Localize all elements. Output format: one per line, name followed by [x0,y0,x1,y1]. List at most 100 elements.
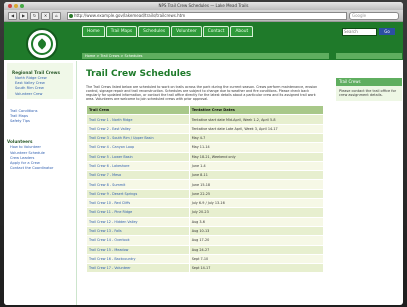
site-search: Search Go [342,28,395,36]
minimize-window-button[interactable] [14,4,18,8]
table-row: Trail Crew 2 - East Valley Tentative star… [86,123,325,134]
sidebar-link[interactable]: Volunteer Crew [9,92,71,97]
crew-link[interactable]: Trail Crew 2 - East Valley [86,123,190,134]
nav-tab-about[interactable]: About [230,26,254,37]
table-row: Trail Crew 1 - North Ridge Tentative star… [86,114,325,125]
table-row: Trail Crew 17 - Volunteer Sept 14-17 [86,263,325,274]
breadcrumb: Home > Trail Crews > Schedules [82,53,329,59]
browser-toolbar: ◀ ▶ ↻ ✕ ⌂ http://www.example.gov/lakemea… [4,10,403,22]
forward-button[interactable]: ▶ [19,11,28,20]
table-row: Trail Crew 4 - Canyon Loop May 11-14 [86,142,325,153]
intro-paragraph: The Trail Crews listed below are schedul… [86,85,318,102]
main-content: Trail Crew Schedules The Trail Crews lis… [82,61,326,305]
table-row: Trail Crew 11 - Pine Ridge July 20-23 [86,207,325,218]
table-row: Trail Crew 10 - Red Cliffs July 6-9 / Jul… [86,198,325,209]
table-row: Trail Crew 14 - Overlook Aug 17-20 [86,235,325,246]
window-titlebar: NPS Trail Crew Schedules — Lake Mead Tra… [4,2,403,10]
right-box-text: Please contact the trail office for crew… [336,86,402,101]
column-header: Tentative Crew Dates [188,105,325,116]
park-logo[interactable] [26,28,58,60]
crew-link[interactable]: Trail Crew 10 - Red Cliffs [86,198,190,209]
stop-button[interactable]: ✕ [41,11,50,20]
leaf-icon [36,38,48,50]
table-body: Trail Crew 1 - North Ridge Tentative star… [86,114,325,274]
home-button[interactable]: ⌂ [52,11,61,20]
right-sidebar: Trail Crews Please contact the trail off… [336,78,402,101]
crew-dates: Aug 10-13 [188,225,325,237]
favicon-icon [69,13,73,18]
table-row: Trail Crew 16 - Backcountry Sept 7-10 [86,253,325,265]
crew-link[interactable]: Trail Crew 15 - Meadow [86,244,190,255]
table-header-row: Trail Crew Tentative Crew Dates [86,105,325,116]
crew-link[interactable]: Trail Crew 7 - Mesa [86,170,190,181]
table-row: Trail Crew 12 - Hidden Valley Aug 3-6 [86,216,325,227]
window-controls [8,4,24,8]
sidebar-section-crews: Regional Trail Crews North Ridge Crew Ea… [7,63,73,99]
zoom-window-button[interactable] [20,4,24,8]
table-row: Trail Crew 15 - Meadow Aug 24-27 [86,244,325,255]
crew-dates: Tentative start date Late April, Week 3,… [188,123,325,134]
back-button[interactable]: ◀ [8,11,17,20]
crew-dates: May 4-7 [188,132,325,144]
crew-dates: Sept 14-17 [188,263,325,274]
crew-link[interactable]: Trail Crew 3 - South Rim / Upper Basin [86,132,190,144]
page-title: Trail Crew Schedules [86,69,192,79]
crew-dates: June 8-11 [188,170,325,181]
crew-link[interactable]: Trail Crew 4 - Canyon Loop [86,142,190,153]
window-title: NPS Trail Crew Schedules — Lake Mead Tra… [158,3,249,8]
site-search-input[interactable]: Search [342,28,377,36]
url-text: http://www.example.gov/lakemead/trails/t… [74,12,186,18]
address-bar[interactable]: http://www.example.gov/lakemead/trails/t… [67,11,347,20]
crew-dates: Tentative start date Mid-April, Week 1-2… [188,114,325,125]
right-box-title: Trail Crews [336,78,402,86]
table-row: Trail Crew 5 - Lower Basin May 18-21, Wee… [86,151,325,162]
table-row: Trail Crew 6 - Lakeshore June 1-4 [86,160,325,172]
crew-dates: June 1-4 [188,160,325,172]
sidebar-heading: Volunteers [7,139,33,145]
table-row: Trail Crew 8 - Summit June 15-18 [86,179,325,190]
nav-tab-schedules[interactable]: Schedules [138,26,171,37]
table-row: Trail Crew 13 - Falls Aug 10-13 [86,225,325,237]
close-window-button[interactable] [8,4,12,8]
crew-dates: Aug 24-27 [188,244,325,255]
crew-link[interactable]: Trail Crew 12 - Hidden Valley [86,216,190,227]
browser-search-input[interactable]: Google [349,11,399,20]
table-row: Trail Crew 9 - Desert Springs June 22-25 [86,188,325,200]
crew-link[interactable]: Trail Crew 14 - Overlook [86,235,190,246]
crew-link[interactable]: Trail Crew 16 - Backcountry [86,253,190,265]
crew-dates: July 6-9 / July 13-16 [188,198,325,209]
browser-window: NPS Trail Crew Schedules — Lake Mead Tra… [4,2,403,305]
crew-link[interactable]: Trail Crew 6 - Lakeshore [86,160,190,172]
sidebar-link[interactable]: Safety Tips [4,119,76,124]
crew-dates: Sept 7-10 [188,253,325,265]
nav-tab-trail-maps[interactable]: Trail Maps [105,26,138,37]
crew-link[interactable]: Trail Crew 11 - Pine Ridge [86,207,190,218]
left-sidebar: Regional Trail Crews North Ridge Crew Ea… [4,61,77,305]
sidebar-heading: Regional Trail Crews [12,70,61,75]
column-header: Trail Crew [86,105,190,116]
nav-tab-volunteer[interactable]: Volunteer [171,26,202,37]
crew-dates: Aug 17-20 [188,235,325,246]
crew-link[interactable]: Trail Crew 5 - Lower Basin [86,151,190,162]
crew-dates: June 22-25 [188,188,325,200]
crew-link[interactable]: Trail Crew 9 - Desert Springs [86,188,190,200]
table-row: Trail Crew 7 - Mesa June 8-11 [86,170,325,181]
crew-link[interactable]: Trail Crew 8 - Summit [86,179,190,190]
main-nav: Home Trail Maps Schedules Volunteer Cont… [82,26,254,37]
crew-dates: June 15-18 [188,179,325,190]
breadcrumb-bar-right [336,53,402,59]
crew-link[interactable]: Trail Crew 17 - Volunteer [86,263,190,274]
crew-link[interactable]: Trail Crew 1 - North Ridge [86,114,190,125]
nav-tab-home[interactable]: Home [82,26,105,37]
crew-dates: May 11-14 [188,142,325,153]
crew-link[interactable]: Trail Crew 13 - Falls [86,225,190,237]
table-row: Trail Crew 3 - South Rim / Upper Basin Ma… [86,132,325,144]
schedule-table: Trail Crew Tentative Crew Dates Trail Cr… [86,105,325,274]
reload-button[interactable]: ↻ [30,11,39,20]
crew-dates: Aug 3-6 [188,216,325,227]
sidebar-link[interactable]: Contact the Coordinator [4,166,76,171]
crew-dates: May 18-21, Weekend only [188,151,325,162]
nav-tab-contact[interactable]: Contact [202,26,230,37]
site-search-button[interactable]: Go [379,28,395,35]
crew-dates: July 20-23 [188,207,325,218]
